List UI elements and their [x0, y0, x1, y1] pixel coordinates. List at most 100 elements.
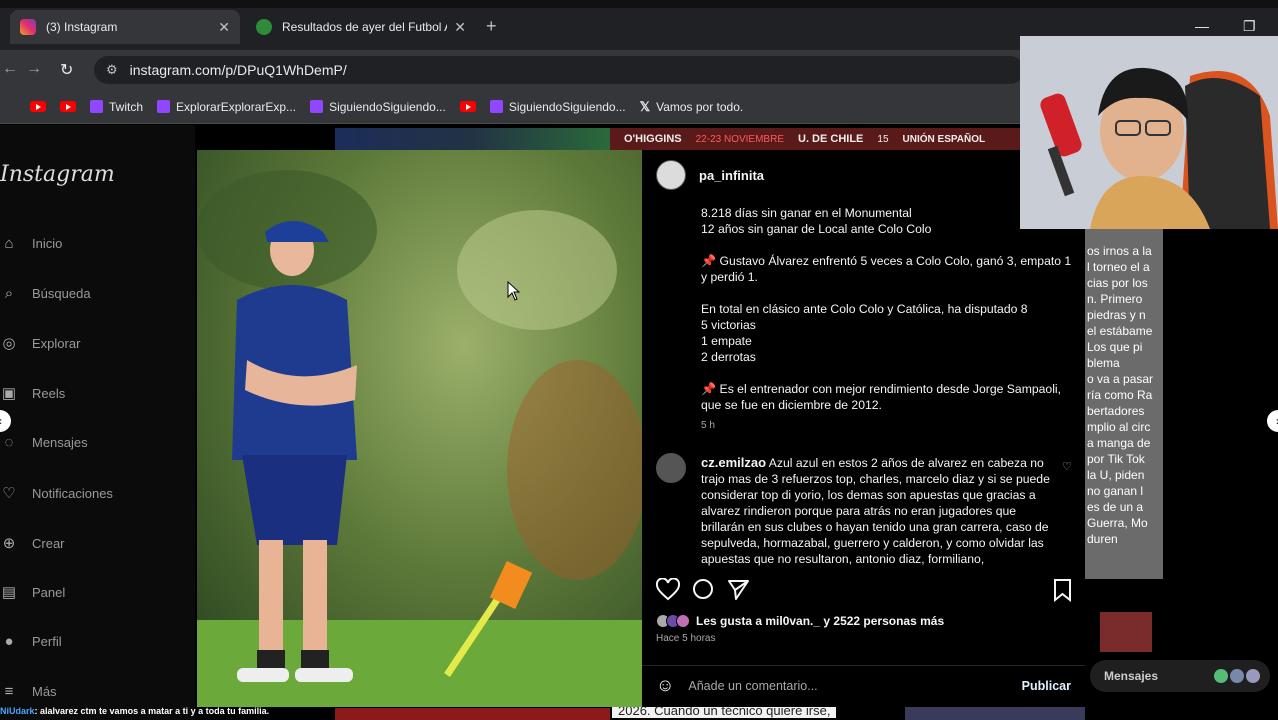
- screen: (3) Instagram ✕ Resultados de ayer del F…: [0, 0, 1278, 720]
- chat-message: : alalvarez ctm te vamos a matar a ti y …: [34, 706, 270, 716]
- reload-icon[interactable]: ↻: [60, 60, 73, 80]
- caption-line: 5 victorias: [701, 318, 756, 332]
- liker-avatar: [676, 614, 690, 628]
- comment-like-heart-icon[interactable]: ♡: [1062, 460, 1072, 473]
- nav-label: Explorar: [32, 335, 81, 351]
- bookmark-twitch-explorar[interactable]: ExplorarExplorarExp...: [157, 100, 296, 114]
- bookmark-label: Vamos por todo.: [656, 99, 744, 114]
- bg-text-line: n. Primero: [1087, 292, 1143, 306]
- nav-messages[interactable]: ◌ Mensajes: [0, 434, 88, 451]
- caption-line: 1 empate: [701, 334, 752, 348]
- background-post-text: os irnos a la l torneo el a cias por los…: [1085, 229, 1163, 579]
- post-action-bar: [655, 577, 1074, 603]
- window-controls: — ❐: [1195, 18, 1256, 35]
- bg-text-line: es de un a: [1087, 500, 1144, 514]
- back-arrow-icon[interactable]: ←: [2, 60, 18, 78]
- profile-avatar-icon: ●: [4, 633, 14, 650]
- nav-label: Notificaciones: [32, 485, 113, 501]
- nav-explore[interactable]: ◎ Explorar: [0, 334, 80, 352]
- emoji-icon[interactable]: ☺: [656, 675, 674, 696]
- instagram-sidebar: [0, 125, 195, 720]
- bg-text-line: el estábame: [1087, 324, 1153, 338]
- tab-title: Resultados de ayer del Futbol A: [282, 20, 447, 34]
- nav-profile[interactable]: ● Perfil: [0, 633, 62, 650]
- caption-timestamp: 5 h: [701, 420, 715, 431]
- chat-username: NiUdark: [0, 706, 35, 716]
- bg-text-line: o va a pasar: [1087, 372, 1154, 386]
- caption-line: 📌 Gustavo Álvarez enfrentó 5 veces a Col…: [701, 254, 1072, 284]
- bg-text-line: la U, piden: [1087, 468, 1145, 482]
- close-tab-icon[interactable]: ✕: [218, 19, 230, 36]
- instagram-logo[interactable]: Instagram: [0, 162, 115, 187]
- dashboard-icon: ▤: [1, 584, 17, 601]
- url-text: instagram.com/p/DPuQ1WhDemP/: [129, 62, 347, 78]
- bg-text-line: ría como Ra: [1087, 388, 1153, 402]
- nav-search[interactable]: ⌕ Búsqueda: [0, 285, 91, 302]
- menu-icon: ≡: [4, 683, 14, 700]
- instagram-favicon-icon: [20, 19, 36, 35]
- nav-home[interactable]: ⌂ Inicio: [0, 235, 62, 252]
- bg-text-line: bertadores: [1087, 404, 1145, 418]
- tab-title: (3) Instagram: [46, 20, 118, 34]
- mouse-cursor-icon: [507, 281, 521, 301]
- bookmark-youtube[interactable]: [60, 101, 76, 112]
- nav-more[interactable]: ≡ Más: [0, 683, 57, 700]
- strip-label: 22-23 NOVIEMBRE: [695, 133, 784, 145]
- messenger-icon: ◌: [4, 434, 14, 451]
- bg-text-line: Los que pi: [1087, 340, 1143, 354]
- nav-dashboard[interactable]: ▤ Panel: [0, 583, 65, 601]
- bookmark-youtube[interactable]: [30, 101, 46, 112]
- nav-label: Mensajes: [32, 435, 88, 450]
- nav-label: Perfil: [32, 634, 62, 649]
- youtube-icon: [459, 101, 476, 112]
- address-bar[interactable]: ⚙ instagram.com/p/DPuQ1WhDemP/: [94, 56, 1024, 84]
- bg-text-line: os irnos a la: [1087, 244, 1152, 258]
- likes-text: Les gusta a mil0van._ y 2522 personas má…: [696, 614, 945, 628]
- likes-summary[interactable]: Les gusta a mil0van._ y 2522 personas má…: [656, 614, 944, 628]
- author-avatar[interactable]: [656, 160, 686, 190]
- strip-label: UNIÓN ESPAÑOL: [902, 133, 986, 145]
- nav-reels[interactable]: ▣ Reels: [0, 384, 65, 402]
- comment-text: Azul azul en estos 2 años de alvarez en …: [701, 456, 1050, 566]
- caption-line: 📌 Es el entrenador con mejor rendimiento…: [701, 382, 1062, 412]
- publish-button[interactable]: Publicar: [1022, 679, 1071, 693]
- heart-icon: [655, 577, 681, 601]
- comment-input[interactable]: Añade un comentario...: [688, 679, 817, 693]
- bookmark-label: ExplorarExplorarExp...: [176, 99, 297, 114]
- tab-instagram[interactable]: (3) Instagram ✕: [10, 10, 240, 44]
- next-post-arrow-icon[interactable]: ›: [1267, 410, 1278, 432]
- bookmark-x[interactable]: 𝕏 Vamos por todo.: [640, 99, 744, 115]
- youtube-icon: [30, 101, 46, 112]
- nav-label: Crear: [32, 535, 65, 551]
- bookmark-twitch-siguiendo[interactable]: SiguiendoSiguiendo...: [310, 100, 446, 114]
- share-icon: [728, 580, 749, 600]
- post-caption: 8.218 días sin ganar en el Monumental 12…: [701, 205, 1076, 413]
- strip-label: 15: [877, 133, 889, 145]
- twitch-icon: [489, 100, 503, 113]
- bg-text-line: blema: [1087, 356, 1120, 370]
- bg-text-line: l torneo el a: [1087, 260, 1150, 274]
- post-image[interactable]: [197, 150, 642, 707]
- bookmark-youtube[interactable]: [459, 101, 476, 112]
- bookmark-twitch[interactable]: Twitch: [90, 100, 143, 114]
- nav-label: Inicio: [32, 236, 63, 251]
- soccer-favicon-icon: [256, 19, 272, 35]
- nav-notifications[interactable]: ♡ Notificaciones: [0, 484, 113, 502]
- comment-input-bar: ☺ Añade un comentario... Publicar: [642, 665, 1085, 705]
- forward-arrow-icon[interactable]: →: [26, 60, 42, 78]
- restore-icon[interactable]: ❐: [1243, 18, 1256, 35]
- bookmark-twitch-siguiendo-2[interactable]: SiguiendoSiguiendo...: [489, 100, 626, 114]
- comment-icon: [693, 579, 713, 599]
- new-tab-button[interactable]: +: [486, 16, 497, 37]
- site-settings-icon[interactable]: ⚙: [106, 62, 118, 78]
- minimize-icon[interactable]: —: [1195, 18, 1209, 35]
- close-tab-icon[interactable]: ✕: [454, 19, 466, 36]
- messages-pill[interactable]: Mensajes: [1090, 660, 1270, 692]
- background-thumbnail: [335, 708, 610, 720]
- commenter-avatar[interactable]: [656, 453, 686, 483]
- nav-create[interactable]: ⊕ Crear: [0, 534, 65, 552]
- background-banner: [335, 128, 610, 150]
- commenter-username[interactable]: cz.emilzao: [701, 455, 766, 470]
- author-username[interactable]: pa_infinita: [699, 168, 764, 183]
- tab-futbol[interactable]: Resultados de ayer del Futbol A ✕: [246, 10, 476, 44]
